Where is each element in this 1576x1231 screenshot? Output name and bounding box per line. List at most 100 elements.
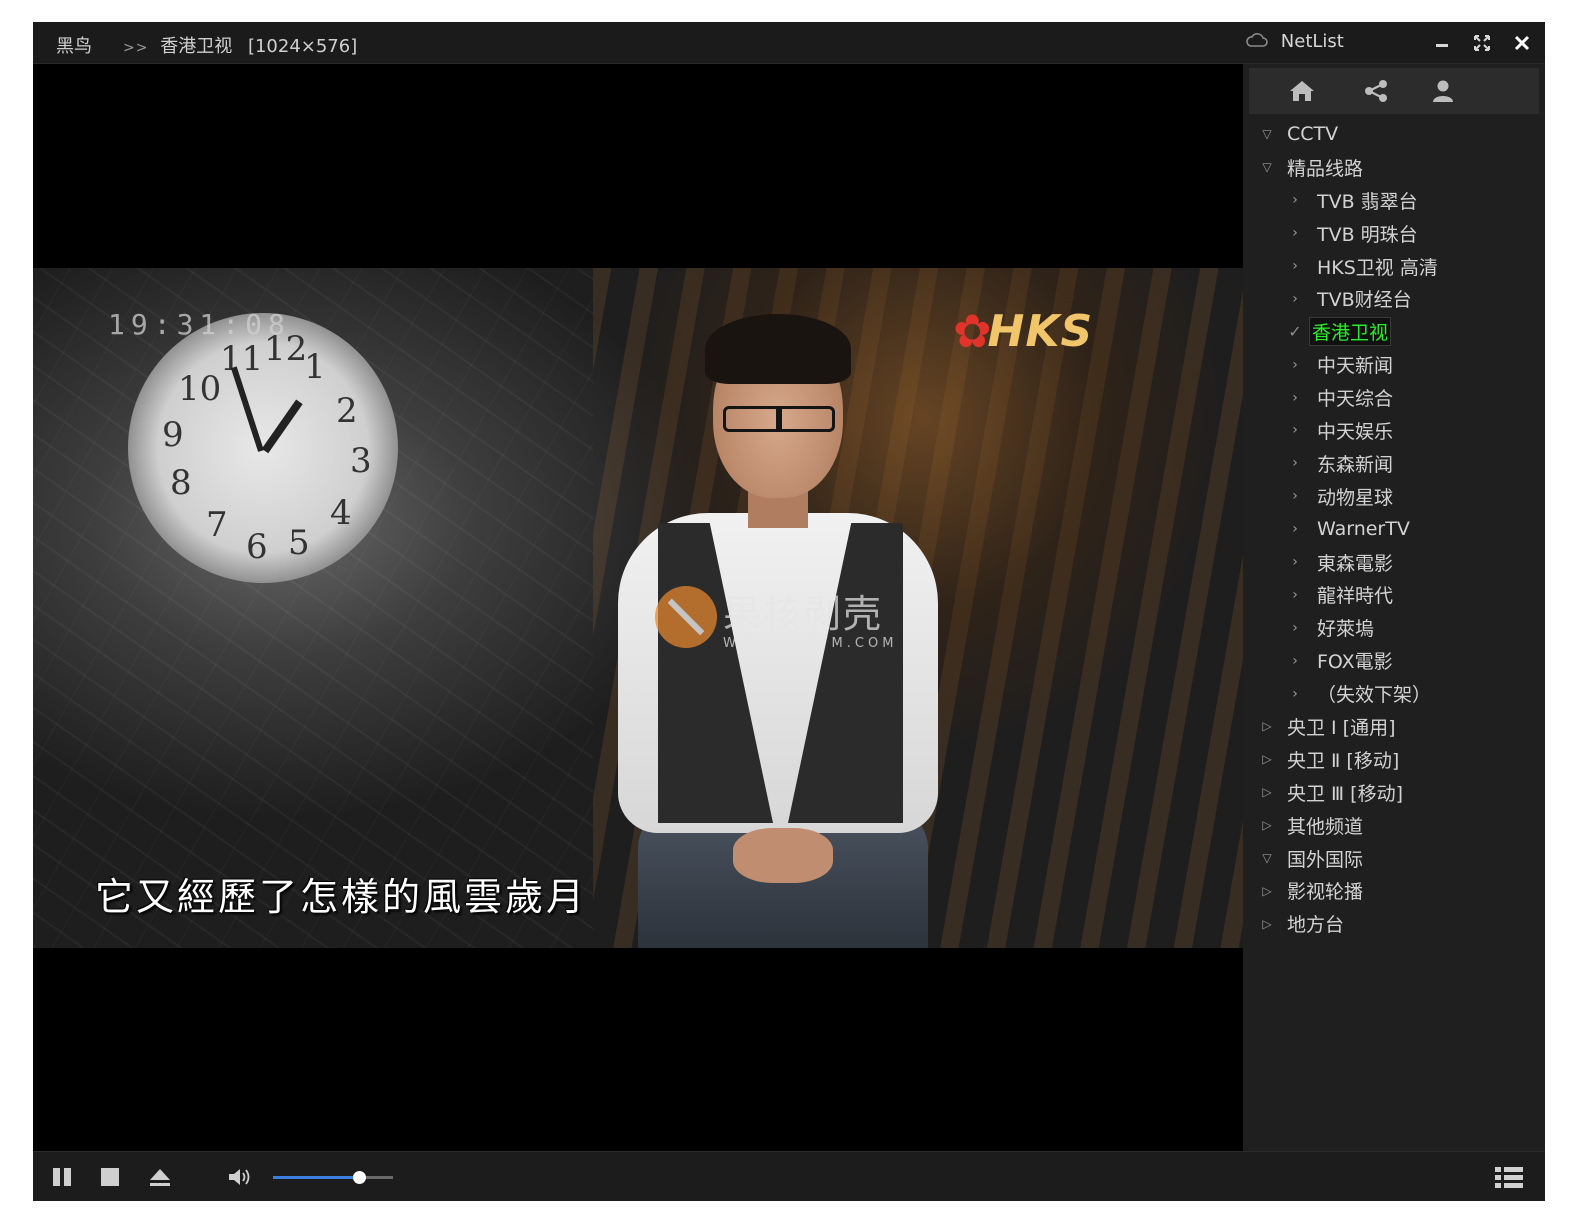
tree-item-label: 国外国际 <box>1287 848 1364 871</box>
tree-group[interactable]: ▷ 央卫 Ⅲ [移动] <box>1243 776 1545 809</box>
tree-channel[interactable]: › 龍祥時代 <box>1243 578 1545 611</box>
volume-slider[interactable] <box>273 1171 393 1184</box>
chevron-right-icon: › <box>1292 356 1298 373</box>
channel-logo-text: HKS <box>987 305 1094 357</box>
tree-channel[interactable]: › 中天新闻 <box>1243 348 1545 381</box>
tree-channel[interactable]: › TVB财经台 <box>1243 282 1545 315</box>
tree-item-label: TVB 明珠台 <box>1317 223 1418 246</box>
tree-channel[interactable]: › TVB 翡翠台 <box>1243 184 1545 217</box>
tree-item-label: 动物星球 <box>1317 486 1394 509</box>
watermark-logo-icon <box>655 586 717 648</box>
tree-item-label: 香港卫视 <box>1309 317 1392 347</box>
watermark: 果核剥壳 WWW.GHPYM.COM <box>655 583 897 651</box>
video-area[interactable]: 1 2 3 4 5 6 7 8 9 10 11 12 19:31:08 ✿ HK… <box>33 64 1243 1151</box>
tree-group[interactable]: ▽ CCTV <box>1243 118 1545 151</box>
chevron-right-icon: › <box>1292 652 1298 669</box>
control-bar <box>33 1151 1545 1201</box>
collapsed-arrow-icon: ▷ <box>1262 883 1272 898</box>
video-timestamp: 19:31:08 <box>108 308 291 341</box>
chevron-right-icon: › <box>1292 586 1298 603</box>
panel-toolbar <box>1249 68 1539 114</box>
eject-icon <box>150 1169 170 1186</box>
close-icon <box>1514 35 1530 51</box>
expanded-arrow-icon: ▽ <box>1262 851 1272 866</box>
home-button[interactable] <box>1285 76 1319 106</box>
home-icon <box>1290 81 1314 101</box>
netlist-title: NetList <box>1246 31 1344 52</box>
user-button[interactable] <box>1426 76 1460 106</box>
tree-channel[interactable]: › WarnerTV <box>1243 513 1545 546</box>
tree-group[interactable]: ▽ 精品线路 <box>1243 151 1545 184</box>
pause-icon <box>53 1168 71 1186</box>
minimize-button[interactable] <box>1427 28 1457 58</box>
chevron-right-icon: › <box>1292 422 1298 439</box>
collapsed-arrow-icon: ▷ <box>1262 818 1272 833</box>
collapsed-arrow-icon: ▷ <box>1262 785 1272 800</box>
tree-item-label: 其他频道 <box>1287 815 1364 838</box>
chevron-right-icon: › <box>1292 619 1298 636</box>
expanded-arrow-icon: ▽ <box>1262 127 1272 142</box>
chevron-right-icon: › <box>1292 258 1298 274</box>
chevron-right-icon: › <box>1292 488 1298 505</box>
pause-button[interactable] <box>49 1164 75 1190</box>
tree-group[interactable]: ▷ 影视轮播 <box>1243 874 1545 907</box>
tree-item-label: WarnerTV <box>1317 518 1410 541</box>
tree-channel[interactable]: › 中天娱乐 <box>1243 414 1545 447</box>
eject-button[interactable] <box>147 1164 173 1190</box>
tree-channel[interactable]: › 好萊塢 <box>1243 611 1545 644</box>
user-icon <box>1433 80 1453 102</box>
chevron-right-icon: › <box>1292 521 1298 538</box>
tree-channel[interactable]: › 东森新闻 <box>1243 447 1545 480</box>
cloud-icon <box>1246 33 1273 51</box>
collapsed-arrow-icon: ▷ <box>1262 752 1272 767</box>
maximize-icon <box>1474 35 1490 51</box>
share-button[interactable] <box>1359 76 1393 106</box>
tree-channel[interactable]: › 动物星球 <box>1243 480 1545 513</box>
title-separator: >> <box>123 40 149 56</box>
tree-item-label: （失效下架） <box>1317 684 1432 707</box>
clock-image: 1 2 3 4 5 6 7 8 9 10 11 12 <box>128 313 398 583</box>
tree-group[interactable]: ▷ 地方台 <box>1243 907 1545 940</box>
volume-level <box>273 1176 360 1179</box>
expanded-arrow-icon: ▽ <box>1262 160 1272 175</box>
minimize-icon <box>1436 44 1448 47</box>
current-channel: 香港卫视 <box>160 36 233 57</box>
tree-channel[interactable]: ✓ 香港卫视 <box>1243 315 1545 348</box>
chevron-right-icon: › <box>1292 192 1298 209</box>
stop-button[interactable] <box>97 1164 123 1190</box>
tree-channel[interactable]: › HKS卫视 高清 <box>1243 250 1545 283</box>
tree-item-label: 龍祥時代 <box>1317 585 1394 608</box>
chevron-right-icon: › <box>1292 455 1298 472</box>
tree-channel[interactable]: › （失效下架） <box>1243 677 1545 710</box>
tree-channel[interactable]: › 中天综合 <box>1243 381 1545 414</box>
tree-item-label: 中天新闻 <box>1317 355 1394 378</box>
chevron-right-icon: › <box>1292 290 1298 307</box>
collapsed-arrow-icon: ▷ <box>1262 719 1272 734</box>
player-window: 黑鸟 >> 香港卫视 [1024×576] NetList 1 2 3 4 5 … <box>33 22 1545 1201</box>
tree-item-label: 央卫 Ⅱ [移动] <box>1287 749 1400 772</box>
volume-button[interactable] <box>227 1164 253 1190</box>
video-frame: 1 2 3 4 5 6 7 8 9 10 11 12 19:31:08 ✿ HK… <box>33 268 1243 948</box>
channel-tree: ▽ CCTV ▽ 精品线路 › TVB 翡翠台 › TVB 明珠台 › HKS卫视 高清 › TVB财… <box>1243 118 1545 940</box>
video-subtitle: 它又經歷了怎樣的風雲歲月 <box>95 875 588 919</box>
maximize-button[interactable] <box>1467 28 1497 58</box>
title-bar[interactable]: 黑鸟 >> 香港卫视 [1024×576] NetList <box>33 22 1545 64</box>
tree-item-label: 中天娱乐 <box>1317 420 1394 443</box>
close-button[interactable] <box>1507 28 1537 58</box>
tree-group[interactable]: ▽ 国外国际 <box>1243 842 1545 875</box>
chevron-right-icon: › <box>1292 554 1298 571</box>
tree-item-label: 東森電影 <box>1317 552 1394 575</box>
tree-channel[interactable]: › 東森電影 <box>1243 546 1545 579</box>
tree-item-label: 影视轮播 <box>1287 881 1364 904</box>
playlist-button[interactable] <box>1493 1164 1525 1192</box>
tree-item-label: CCTV <box>1287 123 1339 146</box>
tree-item-label: 央卫 Ⅲ [移动] <box>1287 782 1404 805</box>
tree-group[interactable]: ▷ 央卫 Ⅱ [移动] <box>1243 743 1545 776</box>
tree-channel[interactable]: › TVB 明珠台 <box>1243 217 1545 250</box>
tree-group[interactable]: ▷ 其他频道 <box>1243 809 1545 842</box>
tree-channel[interactable]: › FOX電影 <box>1243 644 1545 677</box>
netlist-panel: ▽ CCTV ▽ 精品线路 › TVB 翡翠台 › TVB 明珠台 › HKS卫视 高清 › TVB财… <box>1243 64 1545 1151</box>
tree-item-label: 东森新闻 <box>1317 453 1394 476</box>
tree-group[interactable]: ▷ 央卫 Ⅰ [通用] <box>1243 710 1545 743</box>
volume-knob[interactable] <box>353 1171 367 1184</box>
